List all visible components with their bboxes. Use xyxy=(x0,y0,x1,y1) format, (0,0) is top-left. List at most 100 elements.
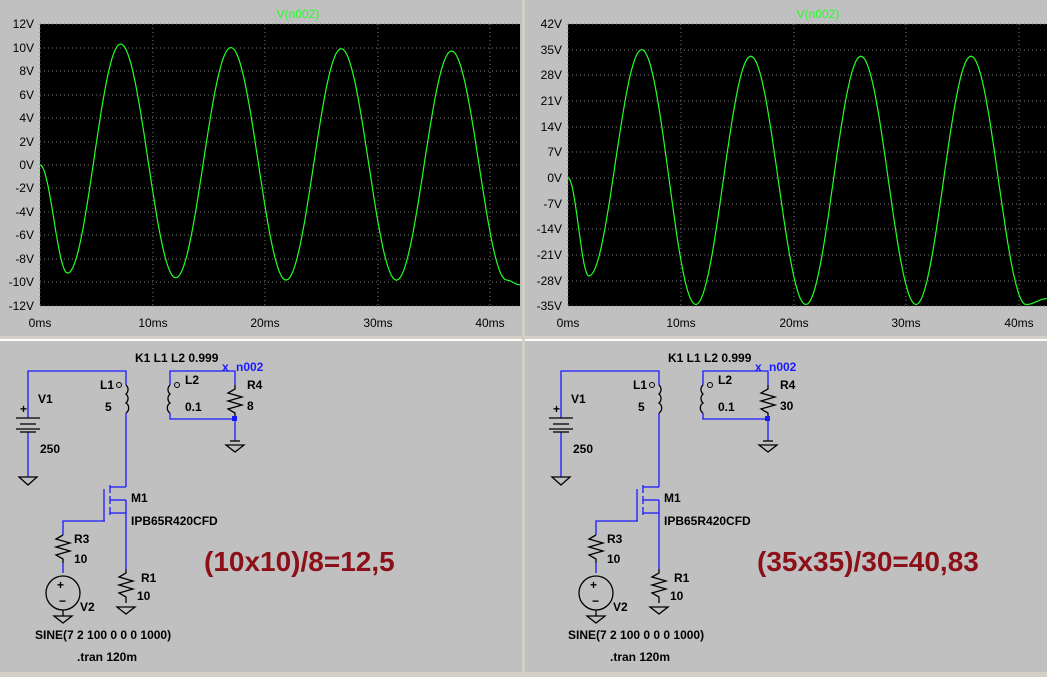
coupling-directive[interactable]: K1 L1 L2 0.999 xyxy=(668,351,752,365)
r1-name[interactable]: R1 xyxy=(674,571,690,585)
calculation-comment[interactable]: (35x35)/30=40,83 xyxy=(757,546,979,577)
y-tick-label: 6V xyxy=(19,88,34,102)
r1-value[interactable]: 10 xyxy=(670,589,684,603)
v1-value[interactable]: 250 xyxy=(573,442,593,456)
l1-value[interactable]: 5 xyxy=(105,400,112,414)
r3-value[interactable]: 10 xyxy=(74,552,88,566)
l1-name[interactable]: L1 xyxy=(633,378,647,392)
x-tick-label: 0ms xyxy=(557,316,580,330)
x-tick-label: 30ms xyxy=(891,316,920,330)
y-tick-label: 2V xyxy=(19,135,34,149)
svg-text:+: + xyxy=(57,578,64,592)
y-tick-label: -4V xyxy=(15,205,34,219)
tran-directive[interactable]: .tran 120m xyxy=(77,650,137,664)
v2-name[interactable]: V2 xyxy=(80,600,95,614)
waveform-pane-right: V(n002) 42V 35V 28V 21V 14V 7V 0V -7V -1… xyxy=(525,0,1047,336)
y-tick-label: -12V xyxy=(9,299,34,313)
r4-value[interactable]: 30 xyxy=(780,399,794,413)
wires xyxy=(560,370,769,573)
y-tick-label: 7V xyxy=(547,145,562,159)
y-tick-label: 10V xyxy=(13,41,34,55)
y-tick-label: 0V xyxy=(547,171,562,185)
schematic-canvas[interactable]: + + − K1 L1 L2 0.999 V1 250 L1 5 L2 0.1 … xyxy=(525,341,1047,672)
v2-name[interactable]: V2 xyxy=(613,600,628,614)
svg-text:−: − xyxy=(59,594,66,608)
v2-value[interactable]: SINE(7 2 100 0 0 0 1000) xyxy=(35,628,171,642)
schematic-pane-right: + + − K1 L1 L2 0.999 V1 250 L1 5 L2 0.1 … xyxy=(525,339,1047,672)
svg-text:+: + xyxy=(590,578,597,592)
tran-directive[interactable]: .tran 120m xyxy=(610,650,670,664)
y-tick-label: -8V xyxy=(15,252,34,266)
r4-name[interactable]: R4 xyxy=(247,378,263,392)
net-label[interactable]: n002 xyxy=(236,360,264,374)
x-tick-label: 0ms xyxy=(29,316,52,330)
m1-name[interactable]: M1 xyxy=(131,491,148,505)
l1-name[interactable]: L1 xyxy=(100,378,114,392)
r4-name[interactable]: R4 xyxy=(780,378,796,392)
waveform-chart-right[interactable]: V(n002) 42V 35V 28V 21V 14V 7V 0V -7V -1… xyxy=(525,0,1047,336)
y-tick-label: 14V xyxy=(541,120,562,134)
x-tick-label: 10ms xyxy=(666,316,695,330)
waveform-chart-left[interactable]: V(n002) 12V 10V 8V 6V 4V 2V 0V -2V -4V -… xyxy=(0,0,522,336)
l2-name[interactable]: L2 xyxy=(718,373,732,387)
schematic-pane-left: + + − K1 L1 L2 0.999 V1 250 L1 5 L2 0.1 … xyxy=(0,339,522,672)
components xyxy=(549,384,779,624)
svg-text:+: + xyxy=(20,402,27,416)
trace-title[interactable]: V(n002) xyxy=(277,7,320,21)
x-tick-labels: 0ms 10ms 20ms 30ms 40ms xyxy=(29,316,505,330)
x-tick-label: 20ms xyxy=(779,316,808,330)
y-tick-label: -14V xyxy=(537,222,562,236)
wires xyxy=(27,370,236,573)
coupling-directive[interactable]: K1 L1 L2 0.999 xyxy=(135,351,219,365)
r3-value[interactable]: 10 xyxy=(607,552,621,566)
v1-name[interactable]: V1 xyxy=(38,392,53,406)
y-tick-label: -7V xyxy=(543,197,562,211)
net-label[interactable]: n002 xyxy=(769,360,797,374)
phase-dots xyxy=(649,382,770,421)
y-tick-label: 35V xyxy=(541,43,562,57)
y-tick-label: -21V xyxy=(537,248,562,262)
svg-text:x: x xyxy=(222,360,229,374)
r4-value[interactable]: 8 xyxy=(247,399,254,413)
trace-title[interactable]: V(n002) xyxy=(797,7,840,21)
v1-name[interactable]: V1 xyxy=(571,392,586,406)
y-tick-labels: 42V 35V 28V 21V 14V 7V 0V -7V -14V -21V … xyxy=(537,17,562,313)
m1-model[interactable]: IPB65R420CFD xyxy=(131,514,218,528)
y-tick-label: 21V xyxy=(541,94,562,108)
v1-value[interactable]: 250 xyxy=(40,442,60,456)
l2-value[interactable]: 0.1 xyxy=(718,400,735,414)
y-tick-labels: 12V 10V 8V 6V 4V 2V 0V -2V -4V -6V -8V -… xyxy=(9,17,34,313)
plot-area[interactable] xyxy=(568,24,1047,306)
phase-dots xyxy=(116,382,237,421)
y-tick-label: -28V xyxy=(537,274,562,288)
m1-model[interactable]: IPB65R420CFD xyxy=(664,514,751,528)
calculation-comment[interactable]: (10x10)/8=12,5 xyxy=(204,546,395,577)
x-tick-label: 20ms xyxy=(250,316,279,330)
y-tick-label: -10V xyxy=(9,275,34,289)
l2-value[interactable]: 0.1 xyxy=(185,400,202,414)
r3-name[interactable]: R3 xyxy=(74,532,90,546)
components xyxy=(16,384,246,624)
x-tick-label: 40ms xyxy=(1004,316,1033,330)
y-tick-label: 28V xyxy=(541,68,562,82)
y-tick-label: -2V xyxy=(15,181,34,195)
svg-text:−: − xyxy=(592,594,599,608)
l1-value[interactable]: 5 xyxy=(638,400,645,414)
y-tick-label: 12V xyxy=(13,17,34,31)
y-tick-label: 42V xyxy=(541,17,562,31)
x-tick-labels: 0ms 10ms 20ms 30ms 40ms xyxy=(557,316,1034,330)
svg-text:+: + xyxy=(553,402,560,416)
v2-value[interactable]: SINE(7 2 100 0 0 0 1000) xyxy=(568,628,704,642)
y-tick-label: 0V xyxy=(19,158,34,172)
x-tick-label: 10ms xyxy=(138,316,167,330)
r3-name[interactable]: R3 xyxy=(607,532,623,546)
r1-name[interactable]: R1 xyxy=(141,571,157,585)
y-tick-label: -6V xyxy=(15,228,34,242)
m1-name[interactable]: M1 xyxy=(664,491,681,505)
y-tick-label: 8V xyxy=(19,64,34,78)
y-tick-label: -35V xyxy=(537,299,562,313)
schematic-canvas[interactable]: + + − K1 L1 L2 0.999 V1 250 L1 5 L2 0.1 … xyxy=(0,341,522,672)
r1-value[interactable]: 10 xyxy=(137,589,151,603)
l2-name[interactable]: L2 xyxy=(185,373,199,387)
x-tick-label: 40ms xyxy=(475,316,504,330)
